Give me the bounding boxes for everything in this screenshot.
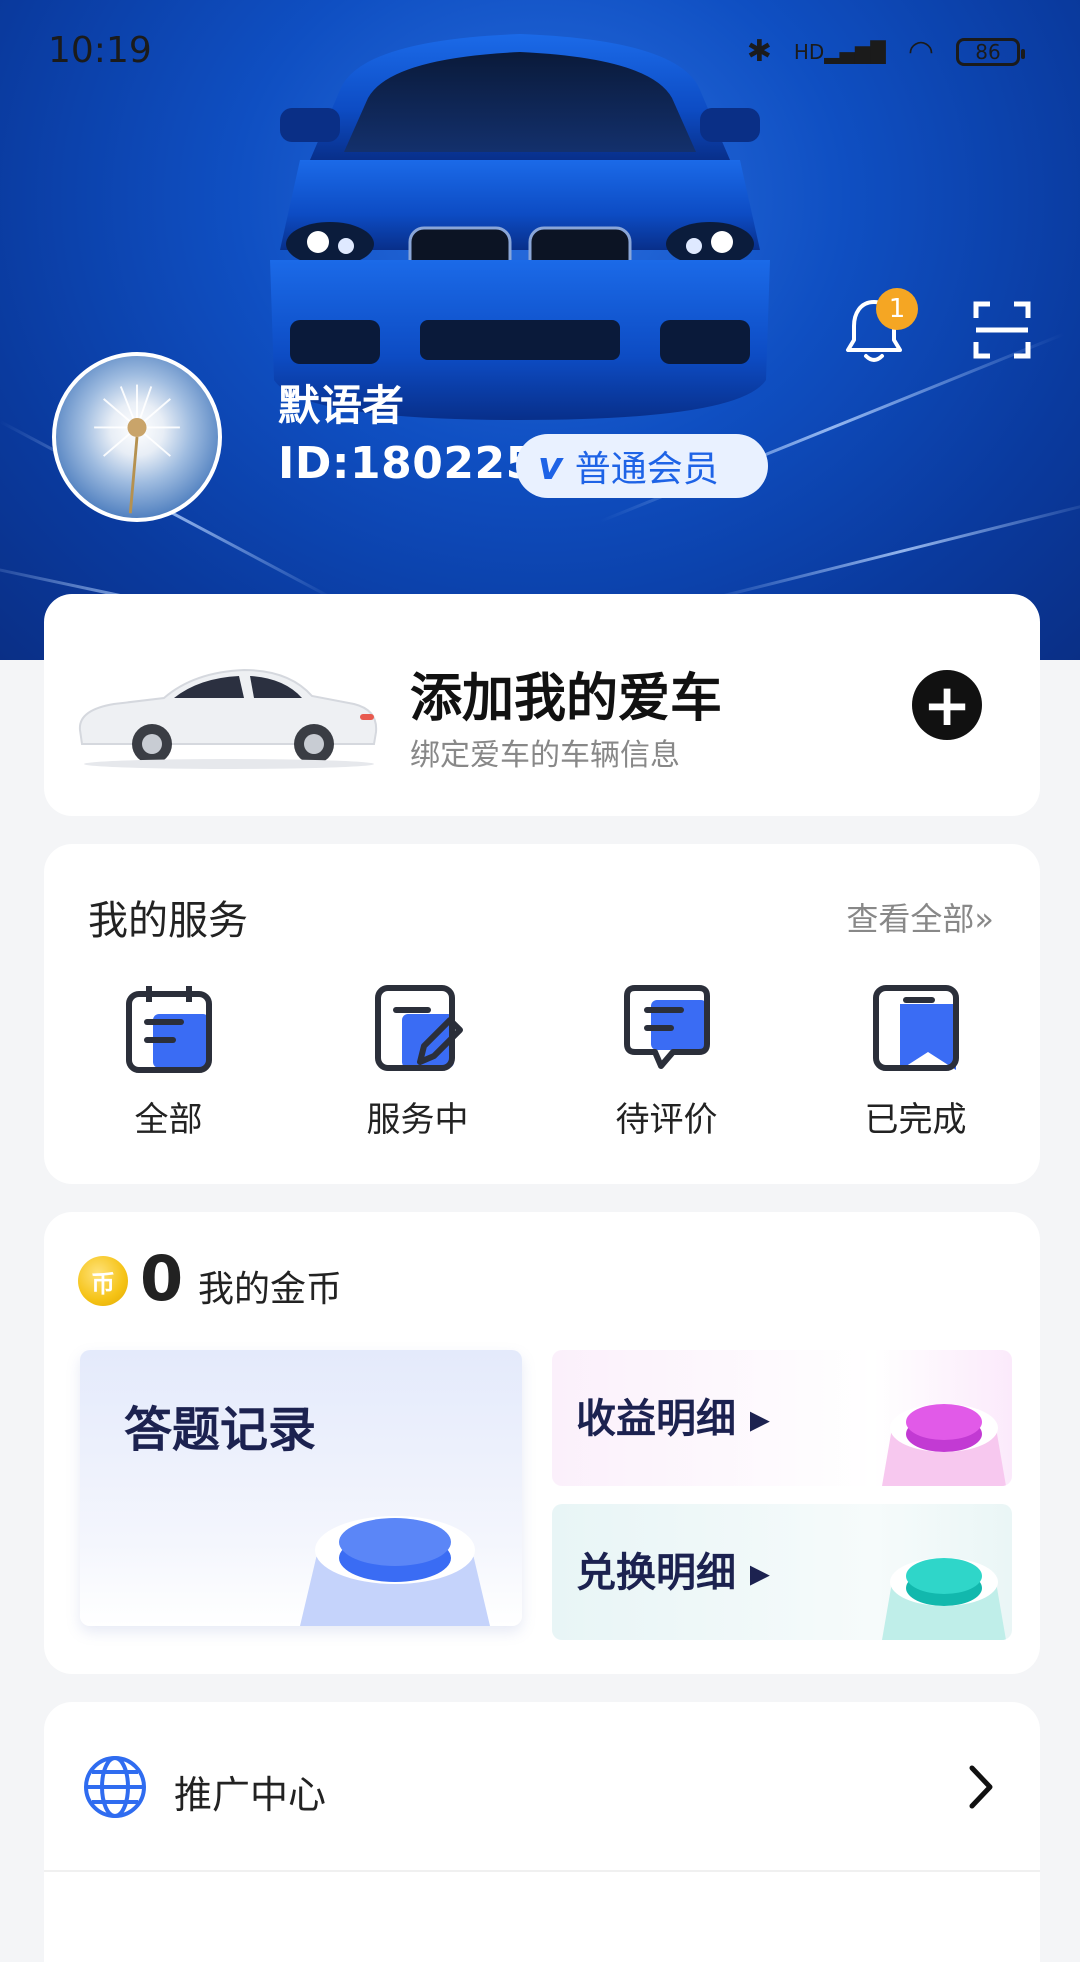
dandelion-avatar-image <box>94 384 180 514</box>
battery-level: 86 <box>975 39 1001 64</box>
edit-note-icon <box>374 985 463 1071</box>
services-title: 我的服务 <box>88 898 248 944</box>
status-icons: ✱ HD▂▄▆█ ◠ 86 <box>746 34 1025 69</box>
notification-badge: 1 <box>876 288 918 330</box>
vip-v-icon: v <box>538 444 563 488</box>
menu-card: 推广中心 <box>44 1702 1040 1962</box>
username: 默语者 <box>278 381 405 430</box>
pink-button-3d-icon <box>882 1404 1006 1486</box>
status-bar: 10:19 ✱ HD▂▄▆█ ◠ 86 <box>0 0 1080 110</box>
service-label: 已完成 <box>864 1100 967 1140</box>
battery-icon: 86 <box>956 37 1025 66</box>
bookmark-icon <box>872 985 959 1071</box>
service-items: 全部 服务中 待评价 已完成 <box>44 982 1040 1141</box>
answer-records-tile[interactable]: 答题记录 <box>80 1350 522 1626</box>
my-services-card: 我的服务 查看全部» 全部 服务中 待评价 已完成 <box>44 844 1040 1184</box>
blue-button-3d-icon <box>300 1516 490 1626</box>
bluetooth-icon: ✱ <box>746 34 772 69</box>
wifi-icon: ◠ <box>907 34 934 69</box>
service-item-completed[interactable]: 已完成 <box>791 982 1040 1141</box>
scan-icon[interactable] <box>972 300 1032 360</box>
divider <box>44 1870 1040 1872</box>
add-car-plus-button[interactable]: + <box>912 670 982 740</box>
membership-label: 普通会员 <box>574 449 719 490</box>
exchange-details-tile[interactable]: 兑换明细 ▸ <box>552 1504 1012 1640</box>
coin-label: 我的金币 <box>198 1269 343 1310</box>
service-item-all[interactable]: 全部 <box>44 982 293 1141</box>
add-car-title: 添加我的爱车 <box>410 669 723 729</box>
add-car-subtitle: 绑定爱车的车辆信息 <box>410 738 680 773</box>
user-id: ID:180225 <box>278 438 537 489</box>
menu-item-promotion-center[interactable]: 推广中心 <box>44 1702 1040 1870</box>
service-label: 全部 <box>134 1100 203 1140</box>
comment-icon <box>623 985 710 1069</box>
add-car-card[interactable]: 添加我的爱车 绑定爱车的车辆信息 + <box>44 594 1040 816</box>
service-label: 待评价 <box>615 1100 718 1140</box>
service-item-to-review[interactable]: 待评价 <box>542 982 791 1141</box>
service-item-in-progress[interactable]: 服务中 <box>293 982 542 1141</box>
coin-amount: 0 <box>140 1242 184 1315</box>
my-coins-card: 币 0 我的金币 答题记录 收益明细 ▸ 兑换明细 ▸ <box>44 1212 1040 1674</box>
answer-records-title: 答题记录 <box>124 1402 317 1458</box>
white-car-image <box>78 668 378 769</box>
avatar[interactable] <box>52 352 222 522</box>
globe-icon <box>84 1756 146 1818</box>
plus-icon: + <box>922 671 972 739</box>
chevron-right-icon <box>969 1765 993 1809</box>
view-all-link[interactable]: 查看全部» <box>846 894 994 940</box>
network-type-label: HD <box>793 39 825 64</box>
header-banner: 10:19 ✱ HD▂▄▆█ ◠ 86 1 默语者 ID:180225 v 普通… <box>0 0 1080 660</box>
status-time: 10:19 <box>48 30 152 71</box>
teal-button-3d-icon <box>882 1558 1006 1640</box>
calendar-list-icon <box>125 986 212 1073</box>
exchange-details-title: 兑换明细 ▸ <box>576 1550 771 1596</box>
service-label: 服务中 <box>366 1100 469 1140</box>
signal-icon: HD▂▄▆█ <box>793 39 886 64</box>
income-details-tile[interactable]: 收益明细 ▸ <box>552 1350 1012 1486</box>
menu-item-label: 推广中心 <box>174 1773 327 1817</box>
income-details-title: 收益明细 ▸ <box>576 1396 771 1442</box>
light-streak <box>699 498 1080 603</box>
coin-icon: 币 <box>78 1256 128 1306</box>
membership-badge[interactable]: v 普通会员 <box>516 434 768 498</box>
